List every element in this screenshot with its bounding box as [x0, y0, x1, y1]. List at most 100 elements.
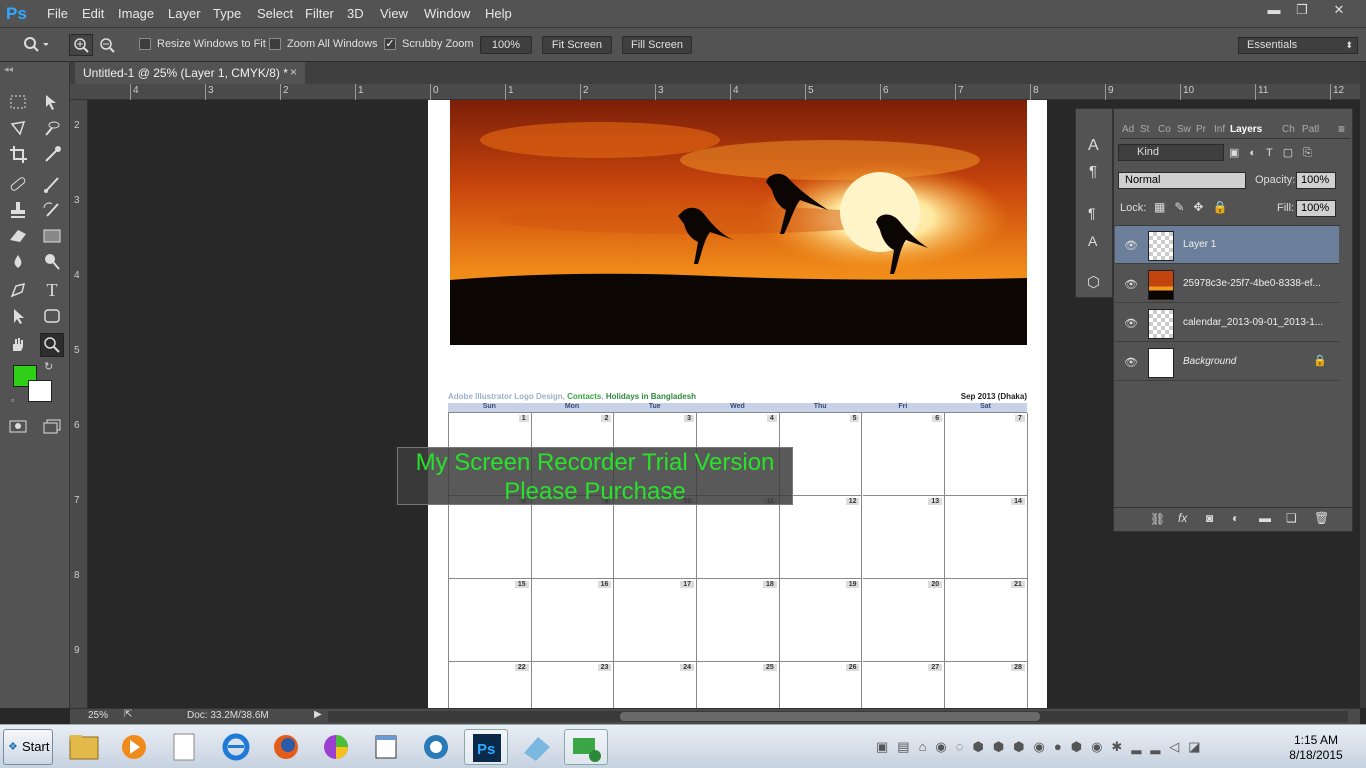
character-styles-icon[interactable]: A — [1088, 233, 1097, 249]
menu-window[interactable]: Window — [424, 6, 470, 21]
menu-3d[interactable]: 3D — [347, 6, 364, 21]
eraser-icon[interactable] — [6, 224, 30, 248]
background-color-swatch[interactable] — [28, 380, 52, 402]
document-tab[interactable]: Untitled-1 @ 25% (Layer 1, CMYK/8) * × — [75, 62, 305, 84]
picasa-taskbar-icon[interactable] — [314, 729, 358, 765]
close-tab-icon[interactable]: × — [290, 65, 297, 79]
menu-image[interactable]: Image — [118, 6, 154, 21]
document-canvas[interactable]: Adobe Illustrator Logo Design, Contacts,… — [428, 100, 1047, 708]
menu-edit[interactable]: Edit — [82, 6, 104, 21]
quick-mask-icon[interactable] — [6, 414, 30, 438]
fit-screen-button[interactable]: Fit Screen — [542, 36, 612, 54]
paragraph-styles-icon[interactable]: ¶ — [1088, 205, 1096, 221]
shape-tool-icon[interactable] — [40, 304, 64, 328]
new-layer-icon[interactable]: ❏ — [1286, 511, 1297, 525]
fx-icon[interactable]: fx — [1178, 511, 1187, 525]
fill-screen-button[interactable]: Fill Screen — [622, 36, 692, 54]
explorer-taskbar-icon[interactable] — [62, 729, 106, 765]
lasso-tool-icon[interactable] — [6, 116, 30, 140]
pen-tool-icon[interactable] — [6, 278, 30, 302]
menu-filter[interactable]: Filter — [305, 6, 334, 21]
history-brush-icon[interactable] — [40, 198, 64, 222]
menu-view[interactable]: View — [380, 6, 408, 21]
new-group-icon[interactable]: ▬ — [1259, 511, 1271, 525]
menu-layer[interactable]: Layer — [168, 6, 201, 21]
layer-row-photo[interactable]: 👁 25978c3e-25f7-4be0-8338-ef... — [1115, 265, 1339, 303]
screen-recorder-taskbar-icon[interactable] — [564, 729, 608, 765]
tab-color[interactable]: Co — [1158, 124, 1171, 135]
collapse-icon[interactable]: ◂◂ — [4, 64, 13, 75]
scrubby-zoom-checkbox[interactable]: ✓ — [384, 38, 396, 50]
system-tray-icons[interactable]: ▣▤⌂◉◌⬢⬢⬢◉●⬢◉✱▂▂◁◪ — [876, 739, 1276, 755]
zoom-all-checkbox[interactable] — [269, 38, 281, 50]
start-button[interactable]: ❖ Start — [3, 729, 53, 765]
dodge-tool-icon[interactable] — [40, 250, 64, 274]
menu-help[interactable]: Help — [485, 6, 512, 21]
taskbar-clock[interactable]: 1:15 AM 8/18/2015 — [1286, 733, 1346, 763]
calendar-link-contacts[interactable]: Contacts — [567, 392, 601, 401]
screen-mode-icon[interactable] — [40, 414, 64, 438]
visibility-eye-icon[interactable]: 👁 — [1124, 317, 1138, 330]
layer-filter-icons[interactable]: ▣◐T▢⎘ — [1229, 144, 1339, 162]
blur-tool-icon[interactable] — [6, 250, 30, 274]
default-colors-icon[interactable]: ▫ — [11, 395, 14, 405]
3d-panel-icon[interactable]: ⬡ — [1087, 273, 1100, 291]
swap-colors-icon[interactable]: ↻ — [44, 360, 53, 373]
resize-windows-checkbox[interactable] — [139, 38, 151, 50]
app-taskbar-icon[interactable] — [514, 729, 558, 765]
workspace-select[interactable]: Essentials ⬍ — [1238, 37, 1358, 54]
network-taskbar-icon[interactable] — [414, 729, 458, 765]
tab-swatches[interactable]: Sw — [1177, 124, 1191, 135]
tab-layers[interactable]: Layers — [1230, 124, 1262, 135]
tab-adjustments[interactable]: Ad — [1122, 124, 1134, 135]
path-selection-icon[interactable] — [6, 304, 30, 328]
layer-row-background[interactable]: 👁 Background 🔒 — [1115, 343, 1339, 381]
internet-explorer-taskbar-icon[interactable] — [214, 729, 258, 765]
notepad-taskbar-icon[interactable] — [364, 729, 408, 765]
media-player-taskbar-icon[interactable] — [112, 729, 156, 765]
tab-properties[interactable]: Pr — [1196, 124, 1206, 135]
restore-button[interactable]: ❐ — [1288, 0, 1316, 20]
type-tool-icon[interactable]: T — [40, 278, 64, 302]
zoom-out-icon[interactable] — [96, 35, 118, 55]
fill-input[interactable]: 100% — [1296, 200, 1336, 217]
zoom-tool-icon[interactable] — [22, 36, 48, 54]
tab-info[interactable]: Inf — [1214, 124, 1225, 135]
status-menu-arrow-icon[interactable]: ▶ — [314, 709, 322, 720]
marquee-tool-icon[interactable] — [6, 90, 30, 114]
visibility-eye-icon[interactable]: 👁 — [1124, 356, 1138, 369]
clone-stamp-icon[interactable] — [6, 198, 30, 222]
visibility-eye-icon[interactable]: 👁 — [1124, 239, 1138, 252]
visibility-eye-icon[interactable]: 👁 — [1124, 278, 1138, 291]
add-mask-icon[interactable]: ◙ — [1206, 511, 1213, 525]
tab-styles[interactable]: St — [1140, 124, 1149, 135]
delete-layer-icon[interactable]: 🗑 — [1314, 511, 1329, 525]
blend-mode-select[interactable]: Normal — [1118, 172, 1246, 189]
layer-name[interactable]: calendar_2013-09-01_2013-1... — [1183, 317, 1323, 328]
lock-icons[interactable]: ▦✎✥🔒 — [1154, 200, 1236, 214]
layer-row-layer1[interactable]: 👁 Layer 1 — [1115, 226, 1339, 264]
horizontal-scrollbar[interactable] — [328, 711, 1348, 722]
panel-menu-icon[interactable]: ≡ — [1338, 122, 1345, 136]
link-layers-icon[interactable]: ⛓ — [1150, 512, 1165, 526]
tab-channels[interactable]: Ch — [1282, 124, 1295, 135]
paragraph-panel-icon[interactable]: ¶ — [1089, 163, 1097, 180]
move-tool-icon[interactable] — [40, 90, 64, 114]
quick-selection-icon[interactable] — [40, 116, 64, 140]
adjustment-layer-icon[interactable]: ◐ — [1232, 511, 1239, 525]
zoom-tool-active-icon[interactable] — [40, 333, 64, 357]
character-panel-icon[interactable]: A — [1088, 137, 1099, 155]
close-button[interactable]: ✕ — [1324, 0, 1354, 20]
document-taskbar-icon[interactable] — [162, 729, 206, 765]
layer-row-calendar[interactable]: 👁 calendar_2013-09-01_2013-1... — [1115, 304, 1339, 342]
crop-tool-icon[interactable] — [6, 142, 30, 166]
hand-tool-icon[interactable] — [6, 333, 30, 357]
zoom-100-button[interactable]: 100% — [480, 36, 532, 54]
gradient-tool-icon[interactable] — [40, 224, 64, 248]
export-icon[interactable]: ⇱ — [124, 709, 132, 720]
minimize-button[interactable]: ▬ — [1260, 0, 1288, 20]
layer-filter-select[interactable]: Kind — [1118, 144, 1224, 161]
firefox-taskbar-icon[interactable] — [264, 729, 308, 765]
calendar-link-illustrator[interactable]: Adobe Illustrator Logo Design — [448, 392, 563, 401]
layer-name[interactable]: Layer 1 — [1183, 239, 1216, 250]
